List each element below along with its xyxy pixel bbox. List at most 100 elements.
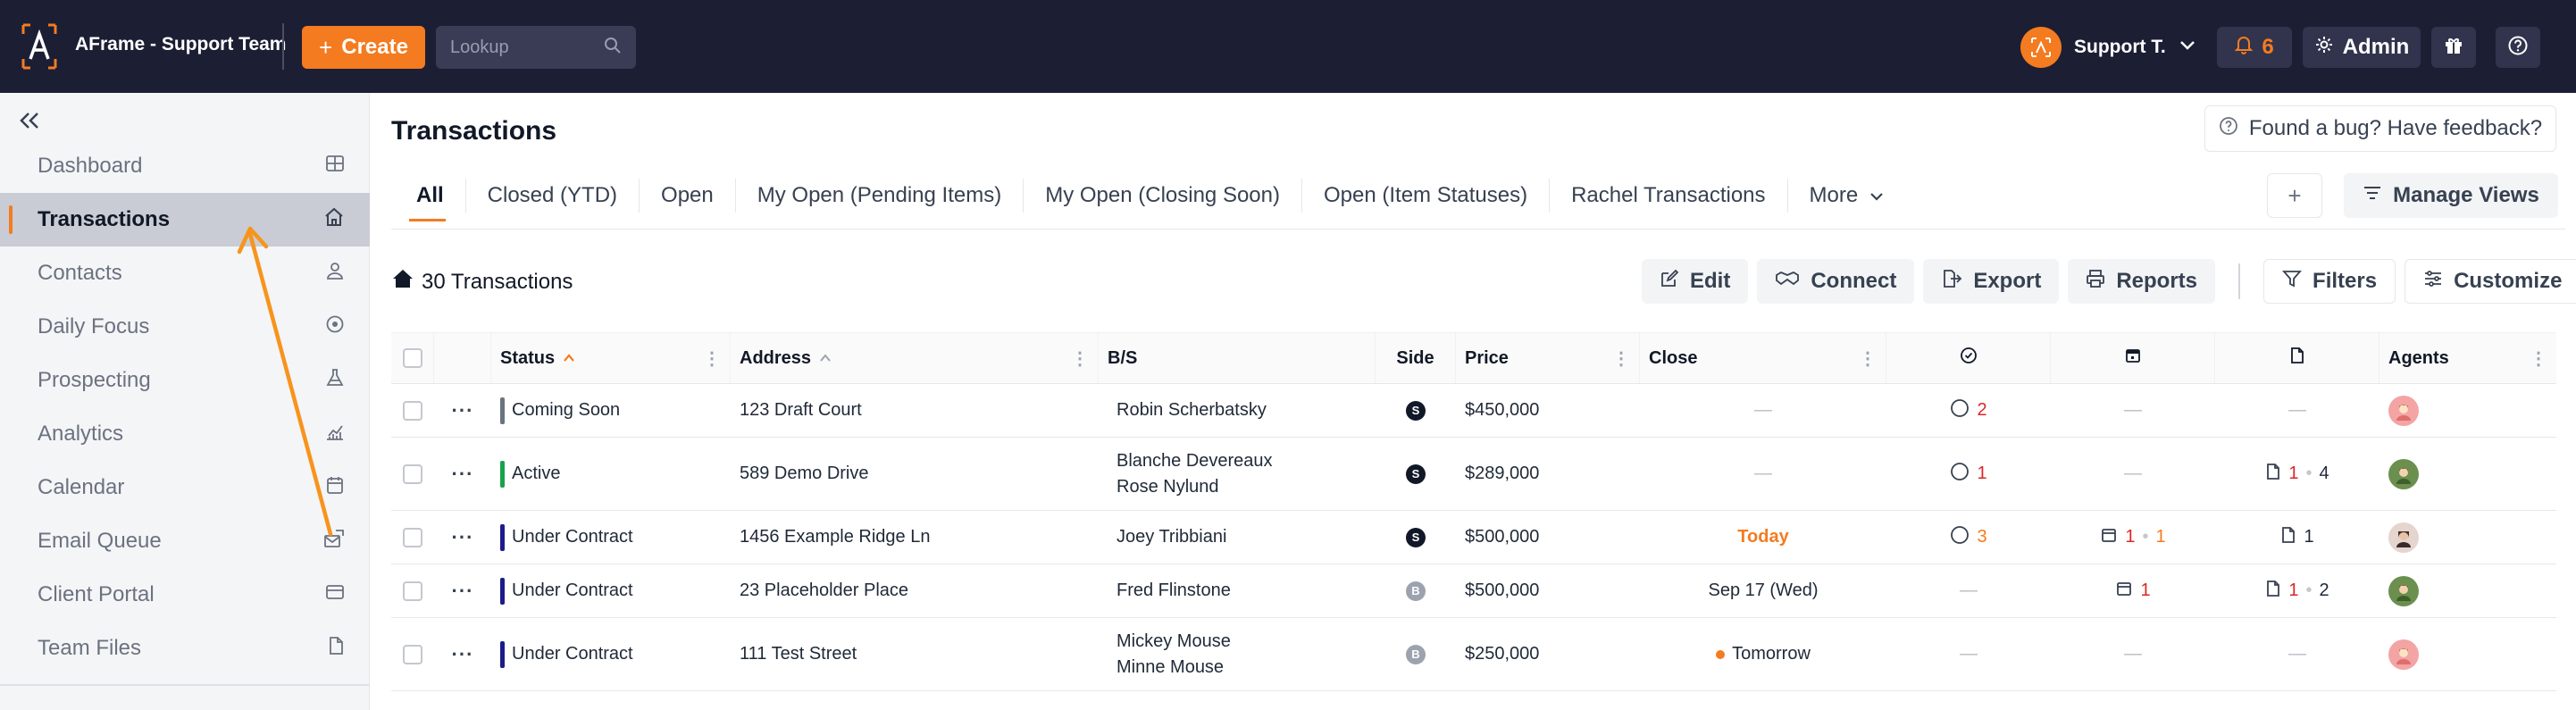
- agent-avatar[interactable]: [2388, 395, 2419, 426]
- row-checkbox[interactable]: [403, 644, 422, 664]
- tab-closed-ytd[interactable]: Closed (YTD): [464, 179, 639, 213]
- row-actions[interactable]: ···: [434, 618, 491, 690]
- sidebar-item-team-files[interactable]: Team Files: [0, 622, 370, 675]
- status-text: Under Contract: [512, 527, 633, 547]
- add-view-button[interactable]: +: [2267, 173, 2322, 218]
- create-button[interactable]: + Create: [302, 26, 425, 69]
- table-row[interactable]: ··· Under Contract 1456 Example Ridge Ln…: [391, 511, 2556, 564]
- column-menu-icon[interactable]: ⋮: [2530, 347, 2547, 370]
- aframe-logo[interactable]: [20, 23, 59, 70]
- documents-cell[interactable]: 1: [2215, 511, 2379, 564]
- tab-all[interactable]: All: [391, 179, 465, 221]
- lookup-input[interactable]: [450, 37, 593, 58]
- contact-name[interactable]: Minne Mouse: [1117, 657, 1231, 678]
- agent-avatar[interactable]: [2388, 575, 2419, 606]
- connect-button[interactable]: Connect: [1757, 259, 1915, 304]
- sidebar-item-contacts[interactable]: Contacts: [0, 246, 370, 300]
- customize-button[interactable]: Customize: [2405, 259, 2576, 304]
- contact-name[interactable]: Rose Nylund: [1117, 477, 1273, 497]
- documents-header[interactable]: [2215, 333, 2379, 383]
- sidebar-item-prospecting[interactable]: Prospecting: [0, 354, 370, 407]
- tab-more[interactable]: More: [1786, 179, 1907, 213]
- tasks-cell[interactable]: 2: [1886, 384, 2051, 437]
- agent-avatar[interactable]: [2388, 639, 2419, 670]
- row-actions[interactable]: ···: [434, 438, 491, 510]
- edit-button[interactable]: Edit: [1642, 259, 1749, 304]
- side-badge: S: [1406, 464, 1426, 484]
- sidebar-item-dashboard[interactable]: Dashboard: [0, 139, 370, 193]
- agent-avatar[interactable]: [2388, 522, 2419, 553]
- contact-name[interactable]: Fred Flinstone: [1108, 581, 1231, 601]
- admin-button[interactable]: Admin: [2303, 27, 2421, 68]
- tab-my-open-closing-soon[interactable]: My Open (Closing Soon): [1023, 179, 1301, 213]
- calendar-header[interactable]: [2051, 333, 2215, 383]
- contact-name[interactable]: Joey Tribbiani: [1108, 527, 1226, 547]
- contact-name[interactable]: Blanche Devereaux: [1117, 451, 1273, 472]
- agents-header[interactable]: Agents ⋮: [2379, 333, 2556, 383]
- address-cell[interactable]: 123 Draft Court: [731, 384, 1099, 437]
- filter-icon: [2282, 269, 2303, 295]
- address-cell[interactable]: 1456 Example Ridge Ln: [731, 511, 1099, 564]
- column-menu-icon[interactable]: ⋮: [1612, 347, 1630, 370]
- tab-my-open-pending[interactable]: My Open (Pending Items): [734, 179, 1023, 213]
- sidebar-item-email-queue[interactable]: Email Queue: [0, 514, 370, 568]
- close-header[interactable]: Close ⋮: [1640, 333, 1886, 383]
- sidebar-item-daily-focus[interactable]: Daily Focus: [0, 300, 370, 354]
- sidebar-item-transactions[interactable]: Transactions: [0, 193, 370, 246]
- row-checkbox[interactable]: [403, 527, 422, 547]
- column-menu-icon[interactable]: ⋮: [703, 347, 721, 370]
- column-menu-icon[interactable]: ⋮: [1071, 347, 1089, 370]
- feedback-button[interactable]: Found a bug? Have feedback?: [2204, 105, 2556, 152]
- tab-open[interactable]: Open: [639, 179, 735, 213]
- filters-button[interactable]: Filters: [2263, 259, 2396, 304]
- row-checkbox[interactable]: [403, 581, 422, 601]
- select-all-checkbox[interactable]: [402, 348, 422, 368]
- sidebar-item-client-portal[interactable]: Client Portal: [0, 568, 370, 622]
- tasks-cell[interactable]: 3: [1886, 511, 2051, 564]
- user-menu[interactable]: Support T.: [2020, 23, 2196, 71]
- column-menu-icon[interactable]: ⋮: [1859, 347, 1877, 370]
- price-header[interactable]: Price ⋮: [1456, 333, 1640, 383]
- reports-button[interactable]: Reports: [2068, 259, 2216, 304]
- documents-cell[interactable]: 1 • 4: [2215, 438, 2379, 510]
- contact-name[interactable]: Robin Scherbatsky: [1108, 400, 1267, 421]
- sidebar-item-label: Contacts: [38, 261, 122, 285]
- agent-avatar[interactable]: [2388, 458, 2419, 489]
- tasks-header[interactable]: [1886, 333, 2051, 383]
- row-checkbox[interactable]: [403, 400, 422, 421]
- lookup-search[interactable]: [436, 26, 636, 69]
- status-header[interactable]: Status ⋮: [491, 333, 731, 383]
- app-title[interactable]: AFrame - Support Team: [75, 34, 286, 55]
- export-button[interactable]: Export: [1923, 259, 2060, 304]
- table-row[interactable]: ··· Under Contract 23 Placeholder Place …: [391, 564, 2556, 618]
- sidebar-item-analytics[interactable]: Analytics: [0, 407, 370, 461]
- address-header[interactable]: Address ⋮: [731, 333, 1099, 383]
- collapse-sidebar-icon[interactable]: [18, 107, 41, 138]
- contact-name[interactable]: Mickey Mouse: [1117, 631, 1231, 652]
- bs-header[interactable]: B/S: [1099, 333, 1376, 383]
- table-row[interactable]: ··· Under Contract 111 Test Street Micke…: [391, 618, 2556, 691]
- empty-dash: —: [2124, 644, 2142, 664]
- sidebar-item-calendar[interactable]: Calendar: [0, 461, 370, 514]
- ellipsis-icon: ···: [451, 462, 474, 485]
- tab-rachel-transactions[interactable]: Rachel Transactions: [1549, 179, 1786, 213]
- side-header[interactable]: Side: [1376, 333, 1456, 383]
- row-checkbox[interactable]: [403, 464, 422, 484]
- calendar-cell[interactable]: 1 • 1: [2051, 511, 2215, 564]
- address-cell[interactable]: 111 Test Street: [731, 618, 1099, 690]
- gift-button[interactable]: [2431, 27, 2476, 68]
- row-actions[interactable]: ···: [434, 384, 491, 437]
- tasks-cell[interactable]: 1: [1886, 438, 2051, 510]
- row-actions[interactable]: ···: [434, 564, 491, 617]
- table-row[interactable]: ··· Active 589 Demo Drive Blanche Devere…: [391, 438, 2556, 511]
- notifications-button[interactable]: 6: [2217, 27, 2292, 68]
- calendar-cell[interactable]: 1: [2051, 564, 2215, 617]
- table-row[interactable]: ··· Coming Soon 123 Draft Court Robin Sc…: [391, 384, 2556, 438]
- tab-open-item-statuses[interactable]: Open (Item Statuses): [1301, 179, 1549, 213]
- row-actions[interactable]: ···: [434, 511, 491, 564]
- manage-views-button[interactable]: Manage Views: [2344, 173, 2558, 218]
- help-button[interactable]: [2496, 27, 2540, 68]
- address-cell[interactable]: 589 Demo Drive: [731, 438, 1099, 510]
- documents-cell[interactable]: 1 • 2: [2215, 564, 2379, 617]
- address-cell[interactable]: 23 Placeholder Place: [731, 564, 1099, 617]
